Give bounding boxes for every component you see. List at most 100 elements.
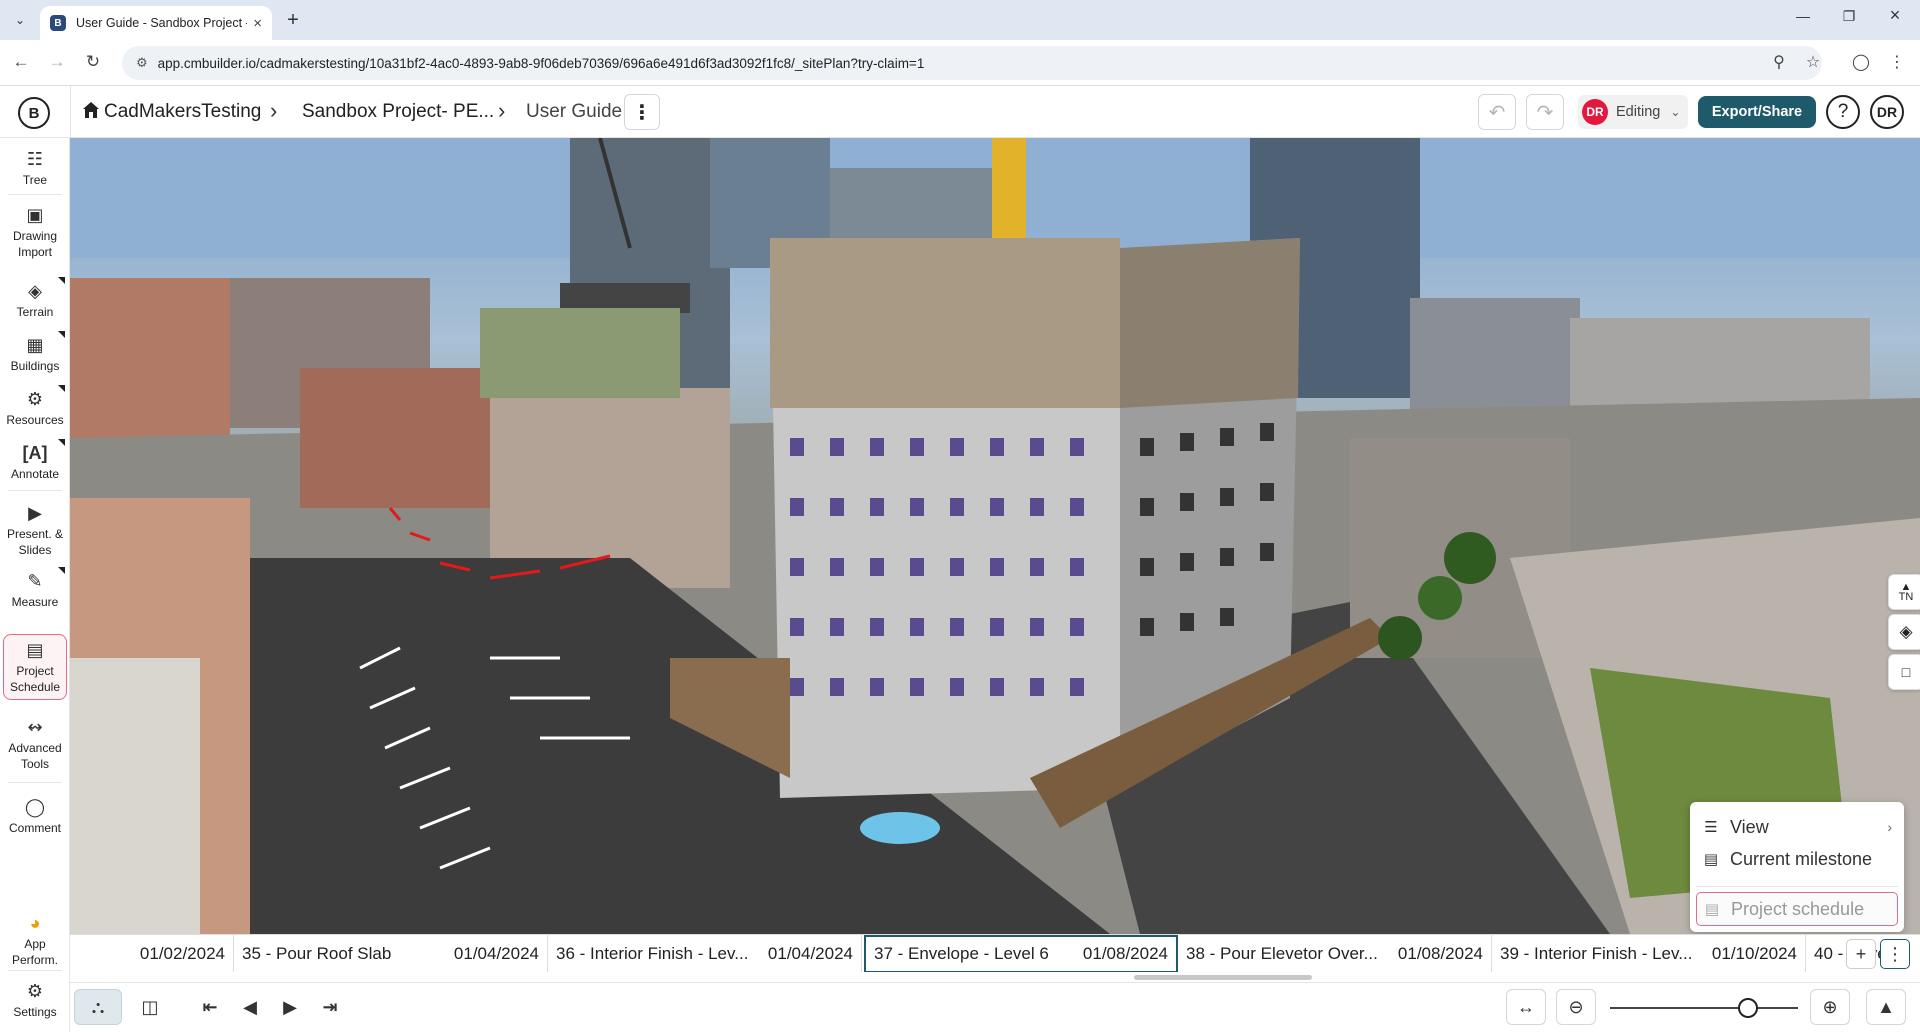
menu-item-view[interactable]: ☰ View ›	[1696, 810, 1898, 844]
browser-tabstrip: ⌄ B User Guide - Sandbox Project - × + —…	[0, 0, 1920, 40]
schedule-options-menu: ☰ View › ▤ Current milestone ▤ Project s…	[1690, 802, 1904, 932]
page-menu-kebab-icon[interactable]: ⋮	[624, 94, 660, 130]
comment-icon: ◯	[24, 797, 46, 817]
menu-divider	[1696, 886, 1898, 887]
sidebar-divider	[8, 194, 62, 195]
image-icon: ▣	[26, 205, 44, 225]
sidebar-divider	[8, 490, 62, 491]
help-icon[interactable]: ?	[1826, 95, 1860, 129]
milestone-item[interactable]: 35 - Pour Roof Slab 01/04/2024	[234, 935, 548, 972]
breadcrumb-workspace[interactable]: CadMakersTesting	[104, 101, 261, 123]
view-cube-icon[interactable]: □	[1888, 654, 1920, 690]
menu-item-project-schedule[interactable]: ▤ Project schedule	[1696, 892, 1898, 926]
sidebar-divider	[8, 970, 62, 971]
breadcrumb-page[interactable]: User Guide	[526, 101, 622, 123]
breadcrumb-chevron-icon: ›	[498, 98, 506, 123]
performance-icon: ◕	[29, 913, 41, 933]
redo-icon[interactable]: ↷	[1526, 94, 1564, 130]
sidebar-item-present-slides[interactable]: ▶ Present. & Slides	[3, 502, 67, 558]
calendar-icon: ▤	[26, 640, 44, 660]
breadcrumb-project[interactable]: Sandbox Project- PE...	[302, 101, 494, 123]
gear-icon: ⚙	[26, 981, 44, 1001]
sidebar-divider	[8, 782, 62, 783]
expand-panel-icon[interactable]: ▲	[1866, 989, 1906, 1025]
new-tab-icon[interactable]: +	[282, 9, 304, 32]
sidebar-item-buildings[interactable]: ▦ Buildings	[3, 331, 67, 374]
submenu-corner-icon	[58, 277, 65, 284]
list-icon: ☰	[1704, 819, 1718, 836]
minimize-icon[interactable]: —	[1780, 8, 1826, 24]
timeline-menu-kebab-icon[interactable]: ⋮	[1880, 939, 1910, 969]
sidebar-item-comment[interactable]: ◯ Comment	[3, 796, 67, 836]
submenu-corner-icon	[58, 439, 65, 446]
sidebar-item-resources[interactable]: ⚙ Resources	[3, 385, 67, 428]
tree-icon: ☷	[26, 149, 44, 169]
restore-icon[interactable]: ❐	[1826, 8, 1872, 25]
chevron-right-icon: ›	[1887, 819, 1892, 835]
timeline-scrollbar[interactable]	[1134, 975, 1312, 980]
profile-icon[interactable]: ◯	[1850, 52, 1872, 72]
sidebar-item-drawing-import[interactable]: ▣ Drawing Import	[3, 204, 67, 260]
milestone-item[interactable]: 38 - Pour Elevetor Over... 01/08/2024	[1178, 935, 1492, 972]
compass-true-north-button[interactable]: ▲ TN	[1888, 574, 1920, 610]
tab-close-icon[interactable]: ×	[253, 15, 262, 32]
submenu-corner-icon	[58, 385, 65, 392]
sidebar-item-settings[interactable]: ⚙ Settings	[3, 980, 67, 1020]
browser-tab[interactable]: B User Guide - Sandbox Project - ×	[40, 6, 272, 40]
back-icon[interactable]: ←	[10, 52, 32, 72]
breadcrumb-chevron-icon: ›	[270, 98, 278, 123]
menu-item-current-milestone[interactable]: ▤ Current milestone	[1696, 842, 1898, 876]
submenu-corner-icon	[58, 567, 65, 574]
user-avatar[interactable]: DR	[1870, 95, 1904, 129]
site-view-icon[interactable]: ⛬	[74, 989, 122, 1025]
zoom-search-icon[interactable]: ⚲	[1768, 52, 1790, 72]
layers-icon[interactable]: ◈	[1888, 614, 1920, 650]
export-share-button[interactable]: Export/Share	[1698, 96, 1816, 128]
sidebar-item-measure[interactable]: ✎ Measure	[3, 567, 67, 610]
tab-search-chevron-icon[interactable]: ⌄	[8, 8, 32, 32]
undo-icon[interactable]: ↶	[1478, 94, 1516, 130]
url-input[interactable]: ⚙ app.cmbuilder.io/cadmakerstesting/10a3…	[122, 46, 1822, 80]
sidebar-item-app-performance[interactable]: ◕ App Perform.	[3, 912, 67, 968]
milestone-item[interactable]: 01/02/2024	[70, 935, 234, 972]
presentation-view-icon[interactable]: ◫	[126, 989, 174, 1025]
sidebar-item-project-schedule[interactable]: ▤ Project Schedule	[3, 634, 67, 700]
compass-label: TN	[1898, 591, 1914, 603]
reload-icon[interactable]: ↻	[82, 52, 104, 72]
forward-icon[interactable]: →	[46, 52, 68, 72]
zoom-slider-track[interactable]	[1610, 1007, 1798, 1009]
milestone-item-current[interactable]: 37 - Envelope - Level 6 01/08/2024	[864, 935, 1178, 972]
submenu-corner-icon	[58, 331, 65, 338]
browser-menu-icon[interactable]: ⋮	[1886, 52, 1908, 72]
sidebar-item-advanced-tools[interactable]: ↭ Advanced Tools	[3, 716, 67, 772]
tab-title: User Guide - Sandbox Project -	[76, 16, 248, 30]
app-logo[interactable]: B	[18, 97, 50, 129]
calendar-icon: ▤	[1704, 901, 1720, 918]
add-milestone-icon[interactable]: +	[1846, 939, 1876, 969]
sidebar-item-tree[interactable]: ☷ Tree	[3, 148, 67, 188]
milestone-item[interactable]: 36 - Interior Finish - Lev... 01/04/2024	[548, 935, 862, 972]
chevron-down-icon: ⌄	[1670, 105, 1681, 119]
left-sidebar: ☷ Tree ▣ Drawing Import ◈ Terrain ▦ Buil…	[0, 138, 70, 1032]
editing-mode-dropdown[interactable]: DR Editing ⌄	[1578, 95, 1688, 129]
milestone-item[interactable]: 39 - Interior Finish - Lev... 01/10/2024	[1492, 935, 1806, 972]
fit-width-icon[interactable]: ↔	[1506, 989, 1546, 1025]
home-icon[interactable]	[82, 101, 100, 119]
bookmark-star-icon[interactable]: ☆	[1802, 52, 1824, 72]
zoom-in-icon[interactable]: ⊕	[1810, 989, 1850, 1025]
zoom-slider-handle[interactable]	[1738, 998, 1758, 1018]
zoom-out-icon[interactable]: ⊖	[1556, 989, 1596, 1025]
3d-site-viewport[interactable]: ▲ TN ◈ □	[70, 138, 1920, 934]
sidebar-item-terrain[interactable]: ◈ Terrain	[3, 277, 67, 320]
app-header: B CadMakersTesting › Sandbox Project- PE…	[0, 86, 1920, 138]
window-close-icon[interactable]: ×	[1872, 5, 1918, 26]
milestone-timeline: 01/02/2024 35 - Pour Roof Slab 01/04/202…	[70, 934, 1920, 972]
url-text: app.cmbuilder.io/cadmakerstesting/10a31b…	[157, 55, 925, 71]
sidebar-item-annotate[interactable]: [A] Annotate	[3, 439, 67, 482]
skip-to-end-icon[interactable]: ⇥	[306, 989, 354, 1025]
tools-icon: ↭	[27, 717, 43, 737]
header-divider	[70, 86, 71, 138]
site-settings-icon[interactable]: ⚙	[136, 55, 148, 71]
city-scene	[70, 138, 1920, 934]
calendar-icon: ▤	[1703, 851, 1719, 868]
